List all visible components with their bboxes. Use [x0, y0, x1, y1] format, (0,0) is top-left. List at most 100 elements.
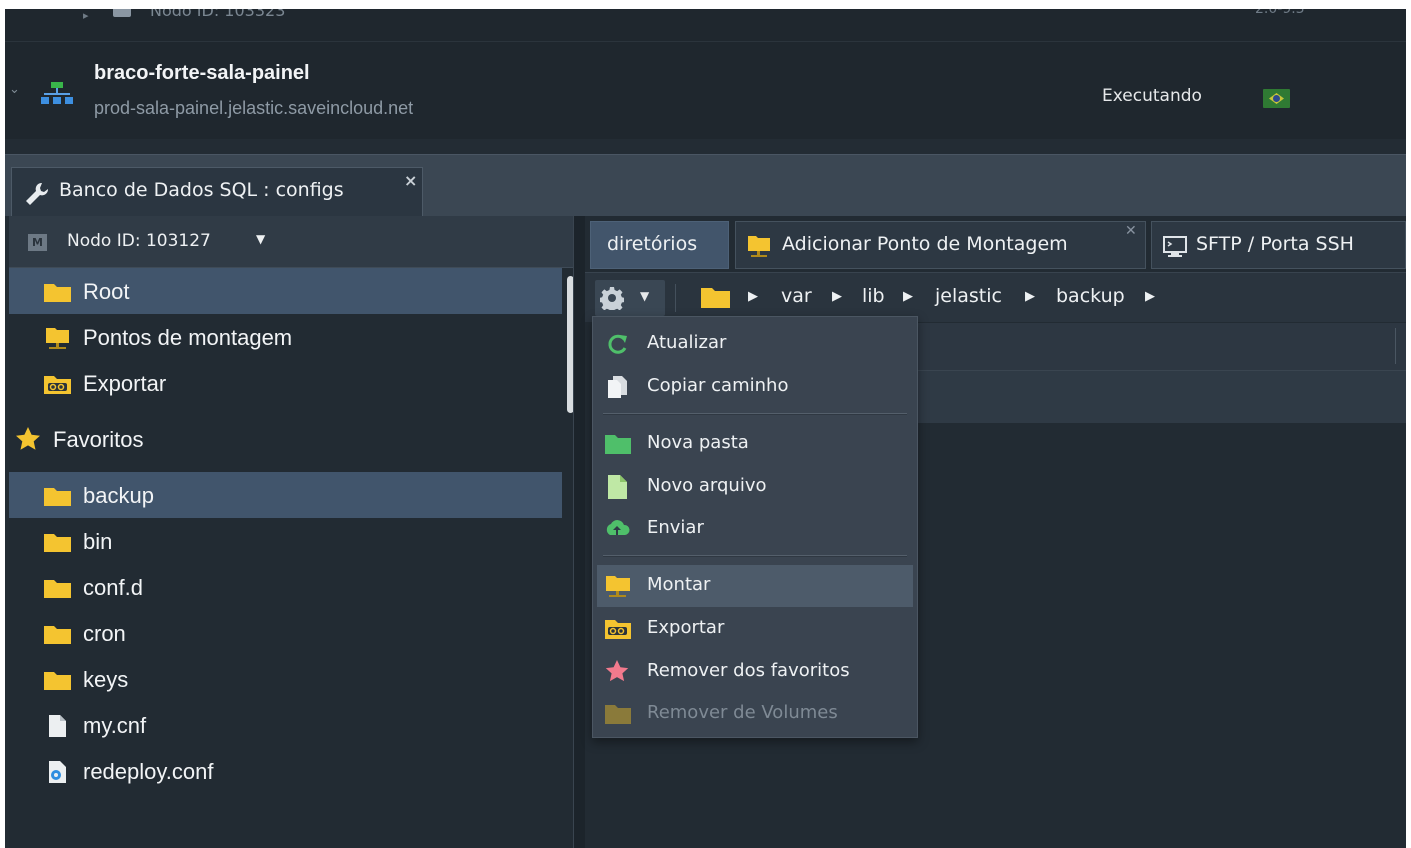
node-type-badge: M	[28, 234, 47, 251]
config-file-icon	[49, 761, 66, 783]
tree-item-redeploy-conf[interactable]: redeploy.conf	[9, 748, 562, 794]
tab-sftp-ssh[interactable]: SFTP / Porta SSH	[1151, 221, 1406, 269]
tab-config-dialog[interactable]: Banco de Dados SQL : configs ×	[11, 167, 423, 217]
tab-add-mount-point[interactable]: Adicionar Ponto de Montagem ✕	[735, 221, 1146, 269]
breadcrumb-arrow-icon: ▶	[748, 289, 758, 304]
tree-item-label: Favoritos	[53, 427, 144, 452]
menu-item-new-file[interactable]: Novo arquivo	[597, 466, 913, 508]
menu-item-label: Remover dos favoritos	[647, 660, 850, 681]
tab-label: SFTP / Porta SSH	[1196, 233, 1354, 255]
new-folder-icon	[605, 435, 631, 454]
folder-icon	[44, 626, 71, 644]
node-selector[interactable]: M Nodo ID: 103127 ▼	[9, 216, 574, 268]
tree-item-keys[interactable]: keys	[9, 656, 562, 702]
environment-domain[interactable]: prod-sala-painel.jelastic.saveincloud.ne…	[94, 98, 413, 119]
tree-item-favorites[interactable]: Favoritos	[9, 416, 562, 462]
tab-label: Adicionar Ponto de Montagem	[782, 233, 1068, 255]
tree-item-backup[interactable]: backup	[9, 472, 562, 518]
tree-item-label: bin	[83, 529, 113, 554]
breadcrumb-var[interactable]: var	[781, 285, 812, 307]
chevron-right-icon[interactable]: ▸	[83, 9, 89, 22]
tree-item-mount-points[interactable]: Pontos de montagem	[9, 314, 562, 360]
tree-item-cron[interactable]: cron	[9, 610, 562, 656]
tree-item-my-cnf[interactable]: my.cnf	[9, 702, 562, 748]
previous-node-label: Nodo ID: 103323	[150, 9, 286, 20]
folder-icon[interactable]	[700, 285, 731, 309]
tab-label: diretórios	[607, 233, 698, 255]
menu-item-remove-favorite[interactable]: Remover dos favoritos	[597, 651, 913, 693]
brazil-flag-icon	[1263, 89, 1290, 108]
menu-item-remove-volumes: Remover de Volumes	[597, 693, 913, 735]
breadcrumb-arrow-icon: ▶	[1025, 289, 1035, 304]
breadcrumb-arrow-icon: ▶	[832, 289, 842, 304]
actions-context-menu: Atualizar Copiar caminho Nova pasta Novo…	[592, 316, 918, 738]
menu-item-label: Remover de Volumes	[647, 702, 838, 723]
mount-points-icon	[46, 328, 69, 349]
environment-status: Executando	[1102, 86, 1202, 106]
tree-item-bin[interactable]: bin	[9, 518, 562, 564]
dialog-tab-title: Banco de Dados SQL : configs	[59, 179, 344, 201]
tree-item-export[interactable]: Exportar	[9, 360, 562, 406]
terminal-icon	[1163, 236, 1187, 257]
directory-tabs: diretórios Adicionar Ponto de Montagem ✕…	[585, 216, 1406, 271]
menu-item-label: Atualizar	[647, 332, 727, 353]
menu-item-label: Nova pasta	[647, 432, 749, 453]
gear-icon	[600, 287, 624, 310]
upload-icon	[606, 520, 630, 535]
column-resizer[interactable]	[1395, 328, 1396, 364]
tree-item-label: Pontos de montagem	[83, 325, 293, 350]
tree-item-label: Root	[83, 279, 130, 304]
mount-point-icon	[748, 236, 770, 257]
actions-menu-button[interactable]: ▼	[595, 280, 665, 316]
pane-splitter[interactable]	[573, 216, 585, 848]
menu-item-export[interactable]: Exportar	[597, 608, 913, 650]
menu-item-label: Exportar	[647, 617, 725, 638]
menu-item-label: Copiar caminho	[647, 375, 789, 396]
previous-node-version: 2.0-9.3	[1255, 9, 1305, 17]
menu-item-copy-path[interactable]: Copiar caminho	[597, 366, 913, 408]
toolbar-separator	[675, 284, 676, 312]
export-icon	[605, 620, 631, 639]
tree-item-root[interactable]: Root	[9, 268, 562, 314]
environment-name[interactable]: braco-forte-sala-painel	[94, 62, 310, 85]
volume-remove-icon	[605, 705, 631, 724]
path-toolbar: ▼ ▶ var ▶ lib ▶ jelastic ▶ backup ▶	[585, 272, 1406, 322]
file-icon	[49, 715, 66, 737]
menu-item-refresh[interactable]: Atualizar	[597, 323, 913, 365]
menu-item-mount[interactable]: Montar	[597, 565, 913, 607]
tree-item-label: cron	[83, 621, 126, 646]
breadcrumb-backup[interactable]: backup	[1056, 285, 1125, 307]
caret-down-icon: ▼	[640, 289, 650, 303]
menu-separator	[603, 413, 907, 415]
close-icon[interactable]: ×	[404, 171, 417, 190]
tree-item-label: redeploy.conf	[83, 759, 214, 784]
copy-path-icon	[608, 376, 627, 398]
tab-directories[interactable]: diretórios	[590, 221, 729, 269]
mount-icon	[606, 576, 630, 597]
folder-icon	[44, 534, 71, 552]
chevron-down-icon[interactable]: ⌄	[9, 82, 20, 97]
environment-topology-icon	[41, 82, 73, 104]
breadcrumb-jelastic[interactable]: jelastic	[935, 285, 1002, 307]
dialog-tab-bar: Banco de Dados SQL : configs ×	[5, 154, 1406, 217]
menu-item-label: Enviar	[647, 517, 704, 538]
menu-item-label: Montar	[647, 574, 711, 595]
tree-item-label: keys	[83, 667, 129, 692]
wrench-icon	[26, 182, 49, 205]
star-icon	[16, 427, 40, 450]
tree-item-label: my.cnf	[83, 713, 147, 738]
close-icon[interactable]: ✕	[1125, 223, 1137, 239]
breadcrumb-arrow-icon: ▶	[903, 289, 913, 304]
env-row-current[interactable]: ⌄ braco-forte-sala-painel prod-sala-pain…	[5, 41, 1406, 139]
menu-item-new-folder[interactable]: Nova pasta	[597, 423, 913, 465]
caret-down-icon[interactable]: ▼	[256, 232, 265, 246]
folder-icon	[44, 284, 71, 302]
menu-item-upload[interactable]: Enviar	[597, 508, 913, 550]
node-selector-label: Nodo ID: 103127	[67, 231, 211, 251]
file-tree-pane: M Nodo ID: 103127 ▼ Root Pontos de monta…	[9, 216, 574, 848]
breadcrumb-arrow-icon[interactable]: ▶	[1145, 289, 1155, 304]
env-row-previous[interactable]: ▸ Nodo ID: 103323 2.0-9.3	[5, 9, 1406, 41]
breadcrumb-lib[interactable]: lib	[862, 285, 885, 307]
tree-item-conf-d[interactable]: conf.d	[9, 564, 562, 610]
menu-item-label: Novo arquivo	[647, 475, 767, 496]
